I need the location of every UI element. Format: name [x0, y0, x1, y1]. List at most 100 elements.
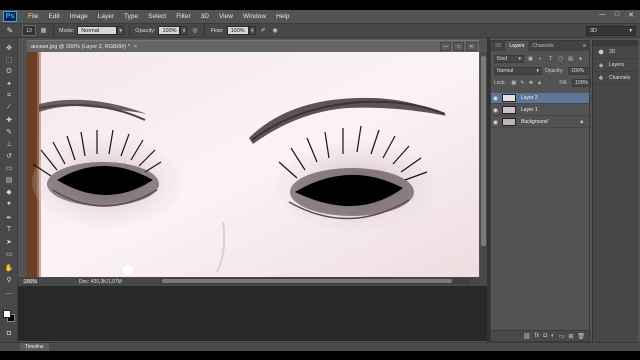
minimize-icon[interactable]: — — [599, 11, 606, 19]
airbrush-icon[interactable]: ✐ — [259, 26, 268, 35]
mode-select[interactable]: Normal — [77, 26, 118, 35]
visibility-eye-icon[interactable]: ◉ — [491, 119, 500, 126]
tab-layers[interactable]: Layers — [505, 41, 529, 51]
fill-input[interactable]: 100% — [572, 79, 591, 87]
marquee-tool-icon[interactable]: ⬚ — [3, 54, 15, 65]
tab-3d[interactable]: 3D — [491, 41, 505, 51]
smart-object-filter-icon[interactable]: ▤ — [567, 56, 574, 63]
photo-canvas-image — [27, 52, 479, 277]
pressure-opacity-icon[interactable]: ◎ — [190, 26, 199, 35]
lock-position-icon[interactable]: ✥ — [528, 80, 534, 87]
maximize-icon[interactable]: □ — [615, 11, 619, 19]
filter-toggle-icon[interactable]: ● — [577, 56, 584, 63]
dock-item-channels[interactable]: ❖ Channels — [593, 72, 638, 85]
lock-transparency-icon[interactable]: ▦ — [511, 80, 517, 87]
opacity-input[interactable]: 100% — [158, 26, 181, 35]
menu-view[interactable]: View — [214, 13, 238, 20]
brush-tool-preset-icon[interactable]: ✎ — [4, 25, 16, 36]
chevron-down-icon: ▾ — [518, 56, 521, 62]
crop-tool-icon[interactable]: ⌗ — [3, 90, 15, 101]
layer-thumbnail — [502, 106, 516, 114]
dock-item-3d[interactable]: ⬢ 3D — [593, 46, 638, 59]
clone-stamp-tool-icon[interactable]: ⊥ — [3, 138, 15, 149]
adjustment-layer-icon[interactable]: ◐ — [551, 333, 555, 339]
chevron-down-icon[interactable]: ▾ — [248, 26, 256, 35]
scroll-thumb[interactable] — [481, 56, 486, 246]
hand-tool-icon[interactable]: ✋ — [3, 262, 15, 273]
type-tool-icon[interactable]: T — [3, 224, 15, 235]
flow-input[interactable]: 100% — [226, 26, 249, 35]
menu-select[interactable]: Select — [143, 13, 171, 20]
tab-channels[interactable]: Channels — [528, 41, 557, 51]
quick-select-tool-icon[interactable]: ✦ — [3, 78, 15, 89]
lasso-tool-icon[interactable]: ʘ — [3, 66, 15, 77]
menu-filter[interactable]: Filter — [171, 13, 195, 20]
path-selection-tool-icon[interactable]: ➤ — [3, 236, 15, 247]
healing-tool-icon[interactable]: ✚ — [3, 114, 15, 125]
kind-filter-select[interactable]: Kind ▾ — [494, 55, 524, 63]
panel-menu-icon[interactable]: ≡ — [583, 43, 586, 49]
close-tab-icon[interactable]: × — [134, 44, 137, 50]
eraser-tool-icon[interactable]: ▭ — [3, 162, 15, 173]
pen-tool-icon[interactable]: ✒ — [3, 212, 15, 223]
brush-size-picker[interactable]: 13 — [22, 25, 36, 36]
layer-style-icon[interactable]: fx — [535, 333, 540, 339]
lock-all-icon[interactable]: 🔒︎ — [537, 80, 543, 87]
gradient-tool-icon[interactable]: ▤ — [3, 174, 15, 185]
document-tab[interactable]: анская.jpg @ 200% (Layer 2, RGB/8#) * × … — [27, 40, 479, 52]
adjustment-filter-icon[interactable]: ◐ — [537, 56, 544, 63]
layer-row-layer-2[interactable]: ◉ Layer 2 — [491, 93, 589, 104]
layer-opacity-input[interactable]: 100% — [568, 67, 589, 75]
dock-item-layers[interactable]: ◈ Layers — [593, 59, 638, 72]
blur-tool-icon[interactable]: ◆ — [3, 186, 15, 197]
layer-row-background[interactable]: ◉ Background 🔒︎ — [491, 117, 589, 128]
menu-layer[interactable]: Layer — [93, 13, 119, 20]
dodge-tool-icon[interactable]: ● — [3, 198, 15, 209]
move-tool-icon[interactable]: ✥ — [3, 42, 15, 53]
menu-image[interactable]: Image — [65, 13, 93, 20]
menu-type[interactable]: Type — [119, 13, 143, 20]
vertical-scrollbar[interactable] — [480, 52, 487, 277]
delete-layer-icon[interactable]: 🗑︎ — [577, 333, 585, 340]
canvas[interactable] — [27, 52, 479, 277]
visibility-eye-icon[interactable]: ◉ — [491, 107, 500, 114]
close-icon[interactable]: ✕ — [628, 11, 634, 19]
add-mask-icon[interactable]: ◘ — [543, 333, 547, 339]
layer-row-layer-1[interactable]: ◉ Layer 1 — [491, 105, 589, 116]
document-info[interactable]: Doc: 430,3K/1,07M — [79, 279, 122, 285]
pixel-filter-icon[interactable]: ▣ — [527, 56, 534, 63]
new-group-icon[interactable]: ▭ — [559, 333, 565, 340]
blend-mode-select[interactable]: Normal ▾ — [494, 67, 542, 75]
zoom-tool-icon[interactable]: ⚲ — [3, 274, 15, 285]
horizontal-scrollbar[interactable] — [160, 278, 470, 284]
workspace-select[interactable]: 3D ▾ — [586, 26, 636, 36]
edit-toolbar-icon[interactable]: ⋯ — [3, 288, 15, 299]
scroll-thumb[interactable] — [162, 279, 452, 283]
brush-tool-icon[interactable]: ✎ — [3, 126, 15, 137]
foreground-color-swatch[interactable] — [3, 310, 11, 318]
menu-help[interactable]: Help — [271, 13, 294, 20]
menu-file[interactable]: File — [23, 13, 43, 20]
pressure-size-icon[interactable]: ◉ — [271, 26, 280, 35]
visibility-eye-icon[interactable]: ◉ — [491, 95, 500, 102]
shape-tool-icon[interactable]: ▭ — [3, 248, 15, 259]
new-layer-icon[interactable]: ⊞ — [568, 333, 573, 340]
chevron-down-icon[interactable]: ▾ — [180, 26, 188, 35]
brush-panel-icon[interactable]: ▦ — [39, 26, 48, 35]
type-filter-icon[interactable]: T — [547, 56, 554, 63]
eyedropper-tool-icon[interactable]: ⁄ — [3, 102, 15, 113]
history-brush-tool-icon[interactable]: ↺ — [3, 150, 15, 161]
menu-window[interactable]: Window — [238, 13, 271, 20]
maximize-icon[interactable]: □ — [453, 42, 464, 51]
minimize-icon[interactable]: — — [440, 42, 451, 51]
menu-3d[interactable]: 3D — [196, 13, 214, 20]
menu-edit[interactable]: Edit — [43, 13, 64, 20]
zoom-level-input[interactable]: 200% — [21, 278, 39, 285]
lock-pixels-icon[interactable]: ✎ — [520, 80, 526, 87]
quick-mask-icon[interactable]: ◘ — [3, 328, 15, 339]
close-icon[interactable]: ✕ — [466, 42, 477, 51]
tab-timeline[interactable]: Timeline — [20, 343, 49, 351]
shape-filter-icon[interactable]: ▢ — [557, 56, 564, 63]
chevron-down-icon[interactable]: ▾ — [117, 26, 125, 35]
link-layers-icon[interactable]: ⛓ — [523, 333, 531, 340]
